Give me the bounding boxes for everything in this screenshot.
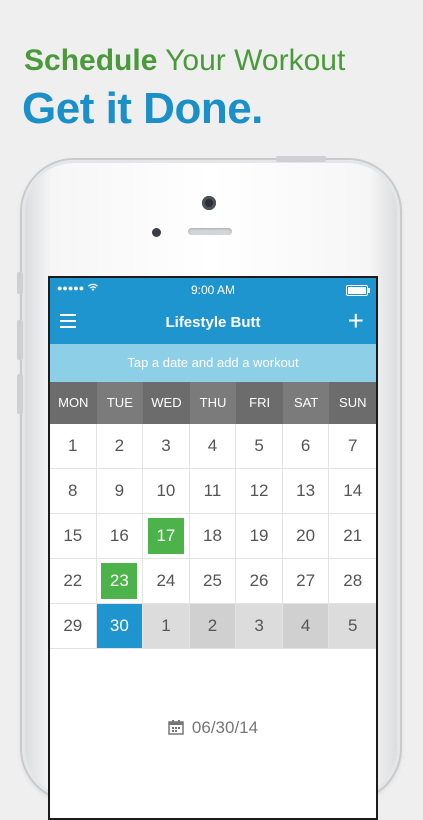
proximity-sensor xyxy=(152,228,161,237)
calendar-day[interactable]: 6 xyxy=(282,424,330,469)
app-screen: ●●●●● 9:00 AM Lifestyle Butt + Tap a dat… xyxy=(48,276,378,820)
calendar-day[interactable]: 9 xyxy=(96,469,144,514)
phone-frame: ●●●●● 9:00 AM Lifestyle Butt + Tap a dat… xyxy=(17,156,400,820)
selected-date-text: 06/30/14 xyxy=(191,718,259,737)
workout-marker: 17 xyxy=(147,518,184,554)
calendar-day[interactable]: 19 xyxy=(236,514,283,559)
selected-date: 06/30/14 xyxy=(50,718,376,738)
earpiece-speaker xyxy=(188,228,232,235)
calendar-day-next-month[interactable]: 5 xyxy=(329,604,376,649)
weekday-label: WED xyxy=(151,395,182,410)
nav-title: Lifestyle Butt xyxy=(165,314,261,331)
calendar-day[interactable]: 15 xyxy=(50,514,97,559)
calendar-day[interactable]: 7 xyxy=(329,424,376,469)
calendar-day[interactable]: 25 xyxy=(189,559,237,604)
weekday-label: SUN xyxy=(339,395,367,410)
promo-headline-rest: Your Workout xyxy=(165,44,346,77)
calendar-day[interactable]: 21 xyxy=(329,514,376,559)
calendar-day[interactable]: 10 xyxy=(143,469,190,514)
weekday-label: THU xyxy=(189,382,237,424)
volume-down-button xyxy=(17,374,23,414)
volume-up-button xyxy=(17,320,23,360)
calendar-day-workout[interactable]: 17 xyxy=(143,514,190,559)
calendar-day[interactable]: 1 xyxy=(50,424,97,469)
calendar-day[interactable]: 28 xyxy=(329,559,376,604)
weekday-label: FRI xyxy=(249,395,271,410)
calendar-day[interactable]: 27 xyxy=(282,559,330,604)
calendar-day[interactable]: 18 xyxy=(189,514,237,559)
front-camera xyxy=(202,196,216,210)
calendar-day-today[interactable]: 30 xyxy=(96,604,144,649)
battery-icon xyxy=(346,285,370,296)
status-time: 9:00 AM xyxy=(190,283,236,297)
calendar-day[interactable]: 20 xyxy=(282,514,330,559)
promo-subhead: Get it Done. xyxy=(22,84,263,133)
calendar-day[interactable]: 13 xyxy=(282,469,330,514)
calendar-day[interactable]: 2 xyxy=(96,424,144,469)
calendar-day[interactable]: 16 xyxy=(96,514,144,559)
calendar-day-workout[interactable]: 23 xyxy=(96,559,144,604)
calendar-day[interactable]: 24 xyxy=(143,559,190,604)
promo-headline-bold: Schedule xyxy=(24,44,158,77)
calendar-day[interactable]: 8 xyxy=(50,469,97,514)
weekday-label: TUE xyxy=(96,382,144,424)
calendar-day[interactable]: 4 xyxy=(189,424,237,469)
calendar-day-next-month[interactable]: 1 xyxy=(143,604,190,649)
calendar-day-next-month[interactable]: 4 xyxy=(282,604,330,649)
calendar-day-next-month[interactable]: 2 xyxy=(189,604,237,649)
status-bar: ●●●●● 9:00 AM xyxy=(50,278,376,302)
calendar-day[interactable]: 26 xyxy=(236,559,283,604)
calendar-day[interactable]: 29 xyxy=(50,604,97,649)
calendar-grid: 1 2 3 4 5 6 7 8 9 10 11 12 13 14 15 16 1… xyxy=(50,424,376,649)
weekday-label: SAT xyxy=(282,382,330,424)
plus-icon[interactable]: + xyxy=(348,306,364,336)
calendar-day[interactable]: 3 xyxy=(143,424,190,469)
power-button xyxy=(276,156,326,162)
calendar-day[interactable]: 14 xyxy=(329,469,376,514)
nav-bar: Lifestyle Butt + xyxy=(50,302,376,344)
calendar-day[interactable]: 22 xyxy=(50,559,97,604)
weekday-label: MON xyxy=(58,395,89,410)
promo-headline: Schedule Your Workout xyxy=(24,44,345,78)
calendar-day-next-month[interactable]: 3 xyxy=(236,604,283,649)
mute-switch xyxy=(17,272,23,294)
calendar-icon xyxy=(168,720,184,735)
weekday-header: MON TUE WED THU FRI SAT SUN xyxy=(50,382,376,424)
calendar-day[interactable]: 12 xyxy=(236,469,283,514)
calendar-day[interactable]: 5 xyxy=(236,424,283,469)
calendar-day[interactable]: 11 xyxy=(189,469,237,514)
workout-marker: 23 xyxy=(101,563,138,599)
hint-banner: Tap a date and add a workout xyxy=(50,344,376,382)
